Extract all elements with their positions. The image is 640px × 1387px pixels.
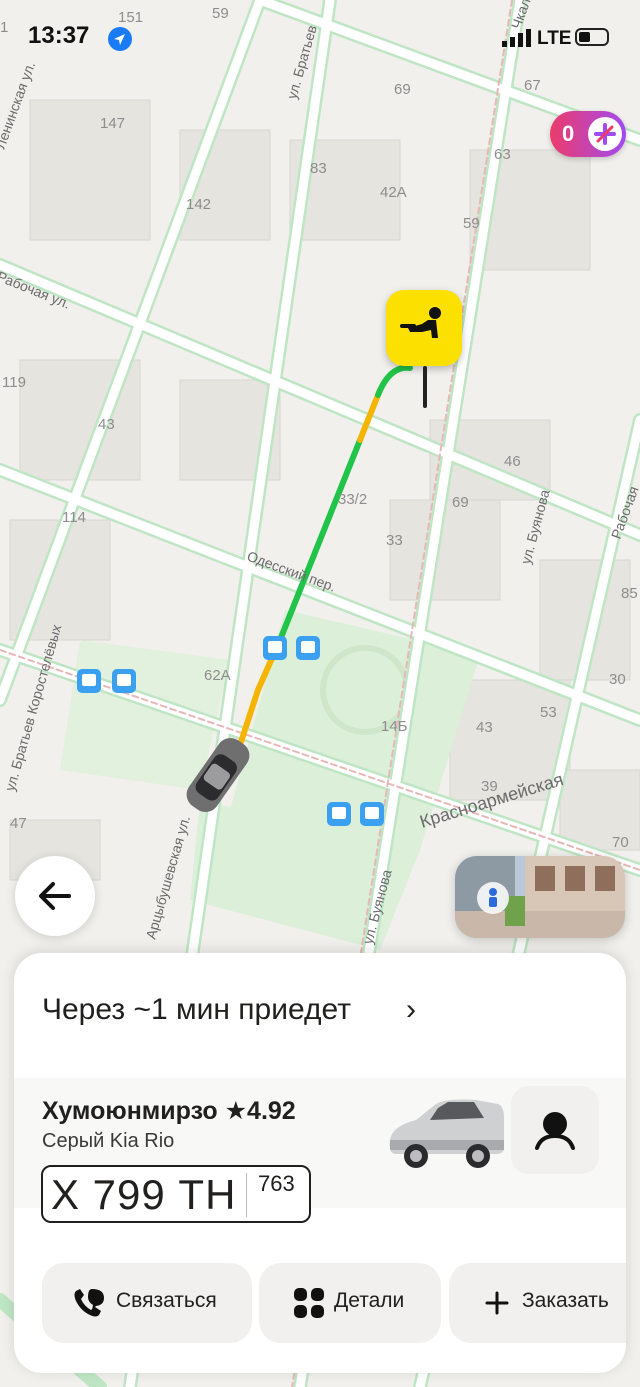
driver-rating: ★4.92 — [224, 1097, 296, 1125]
tram-stop-icon[interactable] — [112, 669, 136, 693]
location-arrow-icon — [108, 27, 132, 51]
signal-icon — [502, 29, 531, 47]
order-label: Заказать — [522, 1289, 609, 1312]
building-number: 147 — [100, 115, 125, 132]
building-number: 43 — [98, 416, 115, 433]
phone-chat-icon — [74, 1289, 104, 1317]
building-number: 69 — [452, 494, 469, 511]
bus-stop-icon[interactable] — [263, 636, 287, 660]
grid-icon — [294, 1288, 324, 1318]
building-number: 114 — [62, 509, 86, 526]
car-icon — [389, 1099, 504, 1168]
status-bar: 13:37 LTE — [0, 0, 640, 80]
chevron-right-icon[interactable]: › — [406, 993, 416, 1027]
building-number: 69 — [394, 81, 411, 98]
building-number: 47 — [10, 815, 27, 832]
bus-stop-icon[interactable] — [327, 802, 351, 826]
contact-label: Связаться — [116, 1289, 217, 1312]
building-number: 33 — [386, 532, 403, 549]
building-number: 119 — [2, 374, 26, 391]
details-button[interactable]: Детали — [259, 1263, 441, 1343]
eta-title[interactable]: Через ~1 мин приедет — [42, 993, 351, 1027]
pickup-pin[interactable] — [386, 290, 462, 366]
hailing-person-icon — [400, 307, 441, 338]
building-number: 14Б — [381, 718, 408, 735]
building-number: 53 — [540, 704, 557, 721]
plate-divider — [246, 1173, 247, 1217]
plus-points-count: 0 — [562, 121, 575, 146]
tram-stop-icon[interactable] — [296, 636, 320, 660]
bus-stop-icon[interactable] — [77, 669, 101, 693]
network-type: LTE — [537, 28, 572, 49]
building-number: 43 — [476, 719, 493, 736]
building-number: 83 — [310, 160, 327, 177]
building-number: 33/2 — [338, 491, 367, 508]
panorama-icon — [477, 882, 509, 914]
plus-icon — [588, 117, 622, 151]
building-number: 46 — [504, 453, 521, 470]
plate-region: 763 — [258, 1171, 295, 1196]
street-view-thumbnail[interactable] — [455, 856, 625, 938]
order-button[interactable]: Заказать — [449, 1263, 626, 1343]
back-button[interactable] — [15, 856, 95, 936]
driver-avatar-icon — [535, 1112, 575, 1150]
building-number: 30 — [609, 671, 626, 688]
arrow-left-icon — [39, 882, 71, 910]
driver-name: Хумоюнмирзо — [42, 1097, 218, 1125]
battery-icon — [575, 28, 609, 46]
license-plate: Х 799 ТН 763 — [41, 1165, 311, 1223]
building-number: 62А — [204, 667, 231, 684]
tram-stop-icon[interactable] — [360, 802, 384, 826]
building-number: 42А — [380, 184, 407, 201]
contact-button[interactable]: Связаться — [42, 1263, 252, 1343]
building-number: 85 — [621, 585, 638, 602]
plate-number: Х 799 ТН — [51, 1171, 237, 1218]
pickup-pin-stick — [423, 366, 427, 408]
details-label: Детали — [334, 1289, 405, 1312]
building-number: 70 — [612, 834, 629, 851]
car-description: Серый Kia Rio — [42, 1130, 175, 1152]
plus-icon — [485, 1291, 509, 1315]
building-number: 142 — [186, 196, 211, 213]
building-number: 63 — [494, 146, 511, 163]
building-number: 59 — [463, 215, 480, 232]
ride-info-sheet[interactable]: Через ~1 мин приедет › Хумоюнмирзо ★4.92… — [14, 953, 626, 1373]
status-time: 13:37 — [28, 22, 90, 49]
plus-points-button[interactable]: 0 — [550, 111, 626, 157]
driver-photo-button[interactable] — [511, 1086, 599, 1174]
driver-name-line: Хумоюнмирзо ★4.92 — [42, 1096, 296, 1126]
